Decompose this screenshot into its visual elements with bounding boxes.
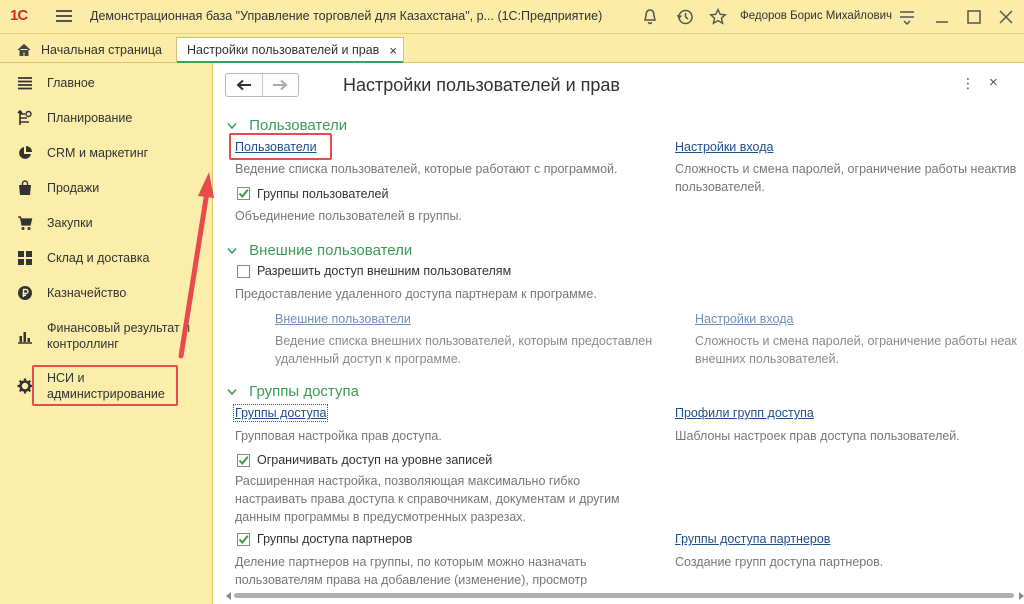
sections-sidebar: Главное Планирование CRM и маркетинг Про… (0, 63, 211, 604)
planning-icon (17, 109, 32, 125)
sidebar-item-sales[interactable]: Продажи (0, 170, 211, 205)
chevron-down-icon (227, 123, 237, 130)
external-login-settings-link[interactable]: Настройки входа (695, 312, 793, 326)
tab-home[interactable]: Начальная страница (8, 37, 170, 62)
settings-panel: Настройки пользователей и прав ⋮ × Польз… (212, 63, 1024, 604)
menu-lines-icon (18, 76, 32, 89)
sidebar-item-main[interactable]: Главное (0, 65, 211, 100)
window-title: Демонстрационная база "Управление торгов… (90, 9, 603, 23)
tab-home-label: Начальная страница (41, 42, 162, 57)
sidebar-item-label: Финансовый результат и контроллинг (47, 321, 191, 351)
partner-access-groups-link[interactable]: Группы доступа партнеров (675, 532, 830, 546)
minimize-icon[interactable] (932, 7, 952, 27)
sidebar-item-label: Главное (47, 75, 95, 90)
user-groups-checkbox[interactable] (237, 187, 250, 200)
access-group-profiles-link[interactable]: Профили групп доступа (675, 406, 814, 420)
sidebar-item-label: Закупки (47, 215, 93, 230)
external-login-settings-description: Сложность и смена паролей, ограничение р… (695, 334, 1017, 366)
maximize-icon[interactable] (964, 7, 984, 27)
partner-access-groups-description: Деление партнеров на группы, по которым … (235, 555, 588, 587)
users-highlight-box (229, 133, 332, 160)
chevron-down-icon (227, 248, 237, 255)
admin-highlight-box (32, 365, 178, 406)
checkmark-icon (238, 535, 249, 545)
partner-access-groups-link-description: Создание групп доступа партнеров. (675, 555, 884, 569)
access-group-profiles-description: Шаблоны настроек прав доступа пользовате… (675, 429, 960, 443)
external-users-description: Ведение списка внешних пользователей, ко… (275, 334, 653, 366)
current-user-name[interactable]: Федоров Борис Михайлович (740, 10, 892, 22)
close-form-icon[interactable]: × (989, 74, 998, 91)
sidebar-item-crm[interactable]: CRM и маркетинг (0, 135, 211, 170)
chevron-down-icon (227, 389, 237, 396)
sidebar-item-treasury[interactable]: Казначейство (0, 275, 211, 310)
checkmark-icon (238, 189, 249, 199)
login-settings-link[interactable]: Настройки входа (675, 140, 773, 154)
favorites-star-icon[interactable] (708, 7, 728, 27)
checkmark-icon (238, 456, 249, 466)
scroll-left-icon[interactable] (226, 592, 232, 600)
ruble-coin-icon (18, 285, 32, 300)
tab-close-icon[interactable]: × (389, 43, 397, 58)
users-description: Ведение списка пользователей, которые ра… (235, 162, 618, 176)
login-settings-description: Сложность и смена паролей, ограничение р… (675, 162, 1017, 194)
bell-icon[interactable] (640, 7, 660, 27)
pie-chart-icon (19, 145, 32, 159)
more-options-icon[interactable]: ⋮ (961, 75, 975, 92)
section-access-header[interactable]: Группы доступа (227, 383, 359, 400)
history-icon[interactable] (675, 7, 695, 27)
sidebar-item-warehouse[interactable]: Склад и доставка (0, 240, 211, 275)
allow-external-description: Предоставление удаленного доступа партне… (235, 287, 597, 301)
sidebar-item-label: CRM и маркетинг (47, 145, 149, 160)
main-menu-icon[interactable] (56, 10, 72, 22)
partner-access-groups-checkbox[interactable] (237, 533, 250, 546)
section-external-header[interactable]: Внешние пользователи (227, 242, 412, 259)
allow-external-checkbox[interactable] (237, 265, 250, 278)
access-groups-description: Групповая настройка прав доступа. (235, 429, 442, 443)
section-users-header[interactable]: Пользователи (227, 117, 347, 134)
gear-icon (17, 378, 33, 394)
cart-icon (18, 215, 33, 230)
page-title: Настройки пользователей и прав (343, 75, 620, 95)
1c-logo: 1С (10, 7, 28, 24)
horizontal-scrollbar[interactable] (226, 592, 1024, 600)
external-users-link[interactable]: Внешние пользователи (275, 312, 411, 326)
sidebar-item-label: Планирование (47, 110, 133, 125)
partner-access-groups-checkbox-label[interactable]: Группы доступа партнеров (257, 532, 412, 546)
access-groups-link[interactable]: Группы доступа (232, 404, 329, 422)
user-groups-description: Объединение пользователей в группы. (235, 209, 462, 223)
section-title: Пользователи (249, 117, 348, 134)
nav-buttons (225, 73, 299, 97)
sidebar-item-purchases[interactable]: Закупки (0, 205, 211, 240)
forward-arrow-icon[interactable] (272, 79, 288, 91)
bar-chart-icon (18, 332, 32, 344)
bag-icon (19, 179, 31, 195)
sidebar-item-finance[interactable]: Финансовый результат и контроллинг (0, 315, 211, 357)
tabs-bar: Начальная страница Настройки пользовател… (0, 34, 1024, 63)
scrollbar-thumb[interactable] (234, 593, 1014, 598)
section-title: Внешние пользователи (249, 242, 413, 259)
settings-sliders-icon[interactable] (897, 7, 917, 27)
sidebar-item-label: Склад и доставка (47, 250, 150, 265)
record-level-access-checkbox-label[interactable]: Ограничивать доступ на уровне записей (257, 453, 492, 467)
sidebar-item-label: Продажи (47, 180, 100, 195)
section-title: Группы доступа (249, 383, 359, 400)
window-close-icon[interactable] (996, 7, 1016, 27)
scroll-right-icon[interactable] (1018, 592, 1024, 600)
sidebar-item-label: Казначейство (47, 285, 127, 300)
record-level-access-checkbox[interactable] (237, 454, 250, 467)
user-groups-checkbox-label[interactable]: Группы пользователей (257, 187, 388, 201)
title-bar: 1С Демонстрационная база "Управление тор… (0, 0, 1024, 34)
back-arrow-icon[interactable] (236, 79, 252, 91)
allow-external-checkbox-label[interactable]: Разрешить доступ внешним пользователям (257, 264, 511, 278)
sidebar-item-planning[interactable]: Планирование (0, 100, 211, 135)
home-icon (17, 43, 31, 56)
record-level-access-description: Расширенная настройка, позволяющая макси… (235, 474, 620, 524)
tab-user-settings-label: Настройки пользователей и прав (187, 43, 380, 57)
warehouse-icon (18, 250, 32, 265)
tab-user-settings[interactable]: Настройки пользователей и прав × (176, 37, 404, 63)
